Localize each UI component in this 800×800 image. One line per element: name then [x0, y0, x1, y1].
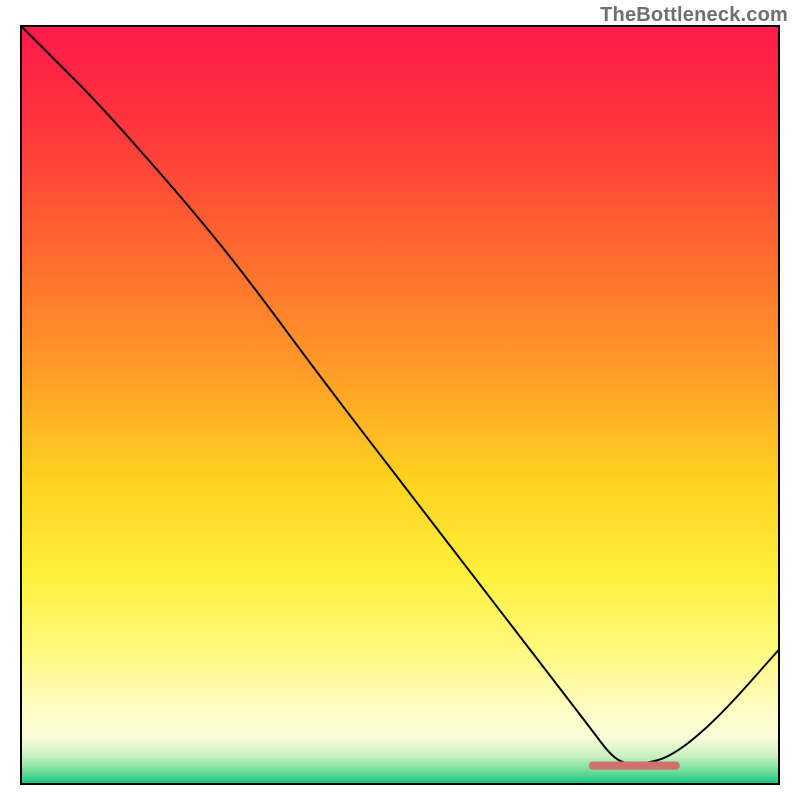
chart-container: [20, 25, 780, 785]
optimal-zone-marker: [589, 761, 680, 769]
chart-background: [22, 27, 778, 783]
watermark-text: TheBottleneck.com: [600, 4, 788, 27]
bottleneck-chart: [22, 27, 778, 783]
